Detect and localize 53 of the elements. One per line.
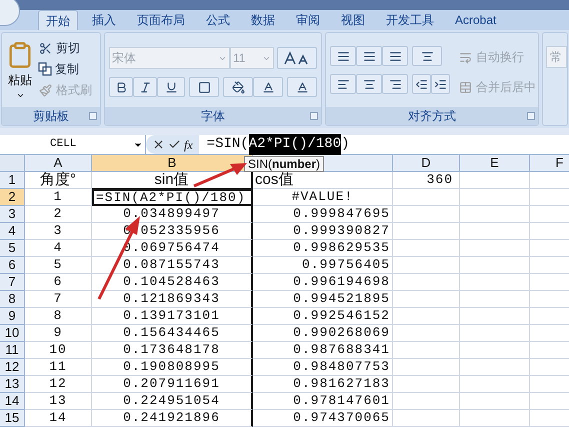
font-size-value: 11 — [233, 50, 246, 67]
cell-value: 5 — [54, 256, 62, 274]
formula-text: =SIN( — [206, 135, 249, 154]
cell-value: 1 — [54, 188, 62, 206]
cell-value: 0.99756405 — [302, 256, 390, 274]
cell-value: 2 — [54, 205, 62, 224]
cell-value: 角度° — [40, 170, 76, 190]
cell-value: 0.999847695 — [293, 205, 390, 224]
cell-value: 0.034899497 — [123, 205, 220, 224]
cell-value: 7 — [54, 290, 62, 308]
cell-value: 0.156434465 — [123, 324, 220, 342]
cell-value: 0.990268069 — [293, 324, 390, 342]
cell-value: 8 — [54, 307, 62, 326]
group-label: 对齐方式 — [408, 108, 456, 125]
font-name-value: 宋体 — [112, 50, 136, 67]
cell-value: 13 — [49, 392, 67, 410]
cell-value: cos值 — [255, 170, 294, 190]
formula-selected-text: A2*PI()/180 — [248, 134, 342, 155]
cell-value: 0.173648178 — [123, 341, 220, 360]
cell-value: 6 — [54, 273, 62, 292]
cell-value: #VALUE! — [292, 188, 354, 206]
cell-value: 0.981627183 — [293, 375, 390, 394]
cell-value: 0.121869343 — [123, 290, 220, 308]
cell-value: 12 — [49, 375, 67, 394]
cell-value: 4 — [54, 239, 62, 258]
group-label: 剪贴板 — [33, 108, 69, 125]
cell-value: 0.224951054 — [123, 392, 220, 410]
cell-value: 0.139173101 — [123, 307, 220, 326]
cell-value: 0.207911691 — [123, 375, 220, 394]
cell-value: 0.996194698 — [293, 273, 390, 292]
cell-value: 9 — [54, 324, 62, 342]
cell-value: 360 — [426, 171, 453, 190]
function-tooltip: SIN(number) — [244, 156, 324, 172]
cell-value: 0.087155743 — [123, 256, 220, 274]
cell-value: 0.984807753 — [293, 358, 390, 376]
group-label: 字体 — [201, 108, 225, 125]
cell-value: sin值 — [154, 170, 189, 190]
cell-value: 0.974370065 — [293, 409, 390, 427]
cell-value: 0.241921896 — [123, 409, 220, 427]
cell-value: 0.999390827 — [293, 222, 390, 240]
cell-value: 0.992546152 — [293, 307, 390, 326]
cell-value: 0.994521895 — [293, 290, 390, 308]
cell-value: 0.190808995 — [123, 358, 220, 376]
cell-value: 11 — [49, 358, 67, 376]
name-box-value: CELL — [49, 137, 76, 152]
cell-value: 0.104528463 — [123, 273, 220, 292]
cell-value: 0.978147601 — [293, 392, 390, 410]
cell-value: 14 — [49, 409, 67, 427]
formula-text: ) — [341, 135, 350, 154]
cell-value: 3 — [54, 222, 62, 240]
cell-value: 0.987688341 — [293, 341, 390, 360]
cell-value: 0.998629535 — [293, 239, 390, 258]
cell-value: 10 — [49, 341, 67, 360]
